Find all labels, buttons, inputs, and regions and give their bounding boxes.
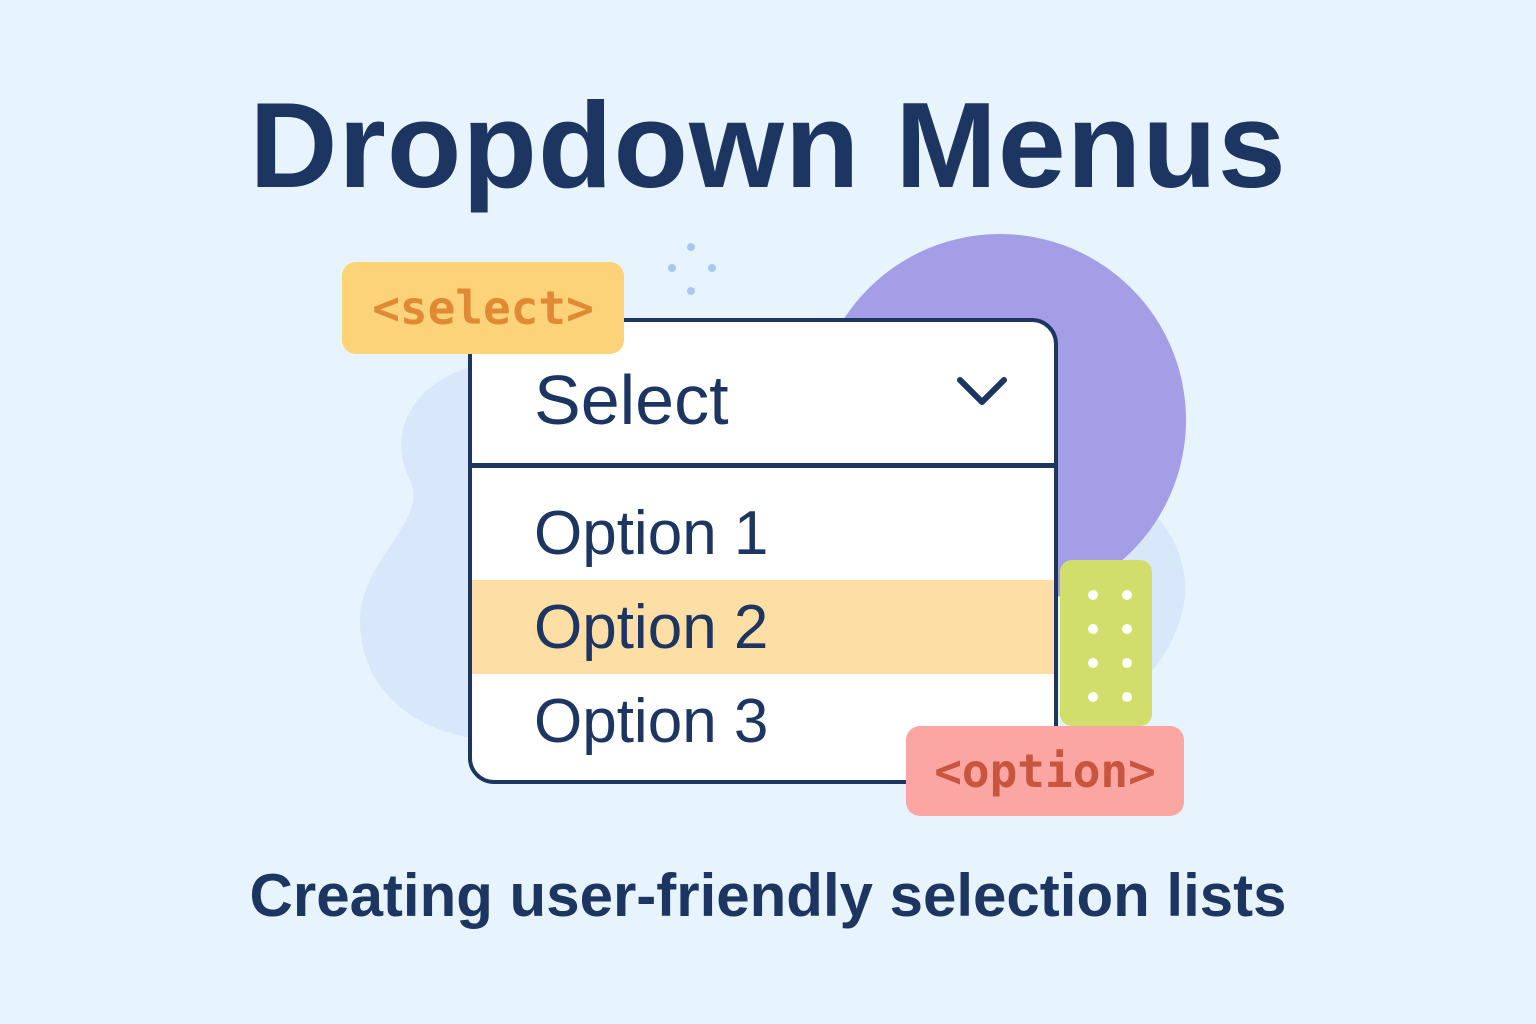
card-dot: [1088, 624, 1098, 634]
chevron-down-icon: [957, 377, 1007, 405]
option-label: Option 1: [534, 499, 769, 568]
page-subtitle: Creating user-friendly selection lists: [249, 862, 1287, 929]
dropdown-selected-value: Select: [534, 361, 729, 439]
option-tag-label: <option>: [906, 726, 1184, 816]
sparkle-dot: [668, 264, 676, 272]
dropdown-option-2[interactable]: Option 2: [472, 580, 1054, 674]
dropdown-menu: Select Option 1 Option 2 Option 3: [468, 318, 1058, 784]
green-dotted-card: [1060, 560, 1152, 726]
option-label: Option 2: [534, 593, 769, 662]
option-label: Option 3: [534, 687, 769, 756]
card-dot: [1122, 590, 1132, 600]
sparkle-dot: [708, 264, 716, 272]
card-dot: [1122, 658, 1132, 668]
sparkle-dot: [687, 243, 695, 251]
card-dot: [1088, 692, 1098, 702]
select-tag-label: <select>: [342, 262, 624, 354]
illustration: Dropdown Menus Select Option 1 Option 2 …: [0, 0, 1536, 1024]
sparkle-dot: [687, 287, 695, 295]
page-title: Dropdown Menus: [249, 77, 1287, 213]
card-dot: [1088, 658, 1098, 668]
card-dot: [1122, 692, 1132, 702]
card-dot: [1122, 624, 1132, 634]
card-dot: [1088, 590, 1098, 600]
dropdown-option-1[interactable]: Option 1: [472, 486, 1054, 580]
